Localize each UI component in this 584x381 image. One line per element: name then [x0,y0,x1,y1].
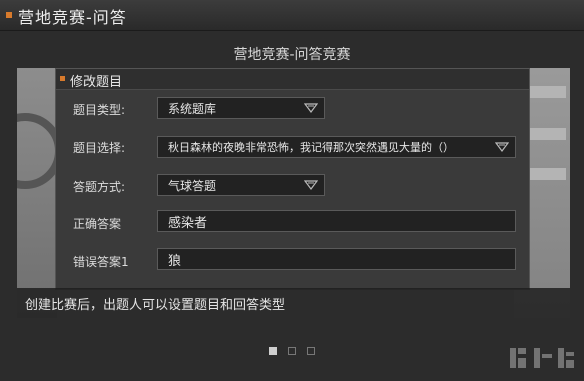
page-dot[interactable] [288,347,296,355]
card-title: 营地竞赛-问答竞赛 [233,47,351,63]
page-dot-active[interactable] [269,347,277,355]
edit-question-dialog: 修改题目 题目类型: 系统题库 题目选择: 秋日森林的夜晚非常恐怖，我记得那次突… [55,68,530,290]
dialog-header: 修改题目 [56,69,529,90]
correct-answer-input[interactable]: 感染者 [157,210,516,232]
wrong-answer-1-value: 狼 [168,253,182,269]
answer-method-value: 气球答题 [168,178,217,193]
watermark-logo [510,348,574,368]
question-select-dropdown[interactable]: 秋日森林的夜晚非常恐怖，我记得那次突然遇见大量的（） [157,136,516,158]
wrong-answer-1-label: 错误答案1 [73,255,129,269]
notice-caption-bar: 创建比赛后，出题人可以设置题目和回答类型 [17,288,570,318]
notice-caption: 创建比赛后，出题人可以设置题目和回答类型 [25,298,286,313]
window-title: 营地竞赛-问答 [18,8,127,27]
question-select-label: 题目选择: [73,141,126,155]
question-type-select[interactable]: 系统题库 [157,97,325,119]
title-accent-marker [6,12,12,18]
window-titlebar: 营地竞赛-问答 [0,0,584,31]
background-left-panel [17,68,63,318]
answer-method-label: 答题方式: [73,180,126,194]
dialog-title-marker [60,76,65,81]
chevron-down-icon [304,103,318,113]
correct-answer-value: 感染者 [168,215,208,231]
question-type-label: 题目类型: [73,103,126,117]
page-dot[interactable] [307,347,315,355]
wrong-answer-1-input[interactable]: 狼 [157,248,516,270]
correct-answer-label: 正确答案 [73,217,122,231]
chevron-down-icon [304,180,318,190]
chevron-down-icon [495,142,509,152]
dialog-title: 修改题目 [70,75,123,90]
answer-method-select[interactable]: 气球答题 [157,174,325,196]
question-select-value: 秋日森林的夜晚非常恐怖，我记得那次突然遇见大量的（） [168,141,454,154]
question-type-value: 系统题库 [168,101,217,116]
